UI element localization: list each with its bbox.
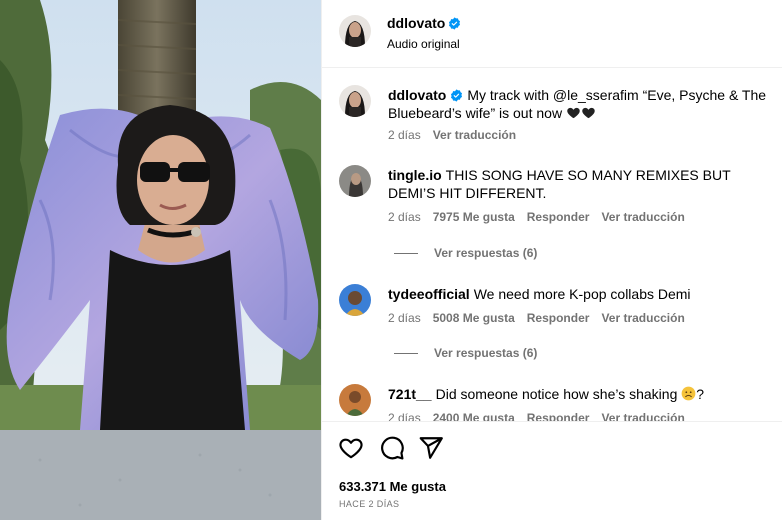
reply-button[interactable]: Responder	[527, 311, 590, 325]
comment-meta: 2 días 5008 Me gusta Responder Ver traducci…	[388, 311, 697, 325]
comment-text-suffix: ?	[696, 386, 705, 402]
view-replies-button[interactable]: Ver respuestas (6)	[394, 246, 537, 260]
comment-text: Did someone notice how she’s shaking	[435, 386, 678, 402]
comment-likes[interactable]: 7975 Me gusta	[433, 210, 515, 224]
posted-time[interactable]: HACE 2 DÍAS	[339, 499, 399, 509]
audio-label[interactable]: Audio original	[387, 37, 460, 51]
view-replies-label: Ver respuestas (6)	[434, 346, 538, 360]
replies-divider	[394, 353, 418, 355]
view-replies-button[interactable]: Ver respuestas (6)	[394, 346, 537, 360]
author-username[interactable]: ddlovato	[387, 15, 445, 31]
comment-time[interactable]: 2 días	[388, 411, 421, 421]
comment-likes[interactable]: 5008 Me gusta	[433, 311, 515, 325]
comment-meta: 2 días 2400 Me gusta Responder Ver traducci…	[388, 411, 697, 421]
post-media[interactable]	[0, 0, 321, 520]
video-frame-image	[0, 0, 321, 520]
translate-button[interactable]: Ver traducción	[601, 210, 684, 224]
verified-badge-icon	[448, 17, 461, 30]
comments-list[interactable]: ddlovato My track with @le_sserafim “Eve…	[322, 69, 782, 421]
post-header: ddlovato Audio original	[322, 0, 782, 68]
translate-button[interactable]: Ver traducción	[601, 411, 684, 421]
commenter-username[interactable]: 721t__	[388, 386, 432, 402]
verified-badge-icon	[450, 89, 463, 102]
reply-button[interactable]: Responder	[527, 411, 590, 421]
comment-icon[interactable]	[379, 435, 405, 461]
commenter-username[interactable]: tydeeofficial	[388, 286, 470, 302]
author-username-row: ddlovato	[387, 15, 461, 31]
comment-time[interactable]: 2 días	[388, 210, 421, 224]
black-heart-icon	[566, 105, 581, 120]
comment-time[interactable]: 2 días	[388, 311, 421, 325]
caption-meta: 2 días Ver traducción	[388, 128, 528, 142]
comment-text-block: tydeeofficial We need more K-pop collabs …	[388, 285, 780, 303]
caption-username[interactable]: ddlovato	[388, 87, 446, 103]
worried-face-icon	[681, 386, 696, 401]
black-heart-icon	[581, 105, 596, 120]
comment-likes[interactable]: 2400 Me gusta	[433, 411, 515, 421]
comment-text-block: 721t__ Did someone notice how she’s shaki…	[388, 385, 780, 403]
caption-text-block: ddlovato My track with @le_sserafim “Eve…	[388, 86, 780, 122]
caption-time[interactable]: 2 días	[388, 128, 421, 142]
post-details-panel: ddlovato Audio original ddlovato My trac…	[321, 0, 782, 520]
translate-button[interactable]: Ver traducción	[433, 128, 516, 142]
comment-meta: 2 días 7975 Me gusta Responder Ver traducci…	[388, 210, 697, 224]
commenter-avatar[interactable]	[339, 384, 371, 416]
caption-avatar[interactable]	[339, 85, 371, 117]
author-avatar[interactable]	[339, 15, 371, 47]
replies-divider	[394, 253, 418, 255]
share-icon[interactable]	[418, 435, 444, 461]
commenter-avatar[interactable]	[339, 165, 371, 197]
comment-text: We need more K-pop collabs Demi	[473, 286, 691, 302]
reply-button[interactable]: Responder	[527, 210, 590, 224]
translate-button[interactable]: Ver traducción	[601, 311, 684, 325]
heart-icon[interactable]	[338, 435, 364, 461]
commenter-avatar[interactable]	[339, 284, 371, 316]
likes-count[interactable]: 633.371 Me gusta	[339, 479, 446, 494]
commenter-username[interactable]: tingle.io	[388, 167, 442, 183]
action-bar: 633.371 Me gusta HACE 2 DÍAS	[322, 421, 782, 520]
view-replies-label: Ver respuestas (6)	[434, 246, 538, 260]
comment-text-block: tingle.io THIS SONG HAVE SO MANY REMIXES …	[388, 166, 780, 202]
